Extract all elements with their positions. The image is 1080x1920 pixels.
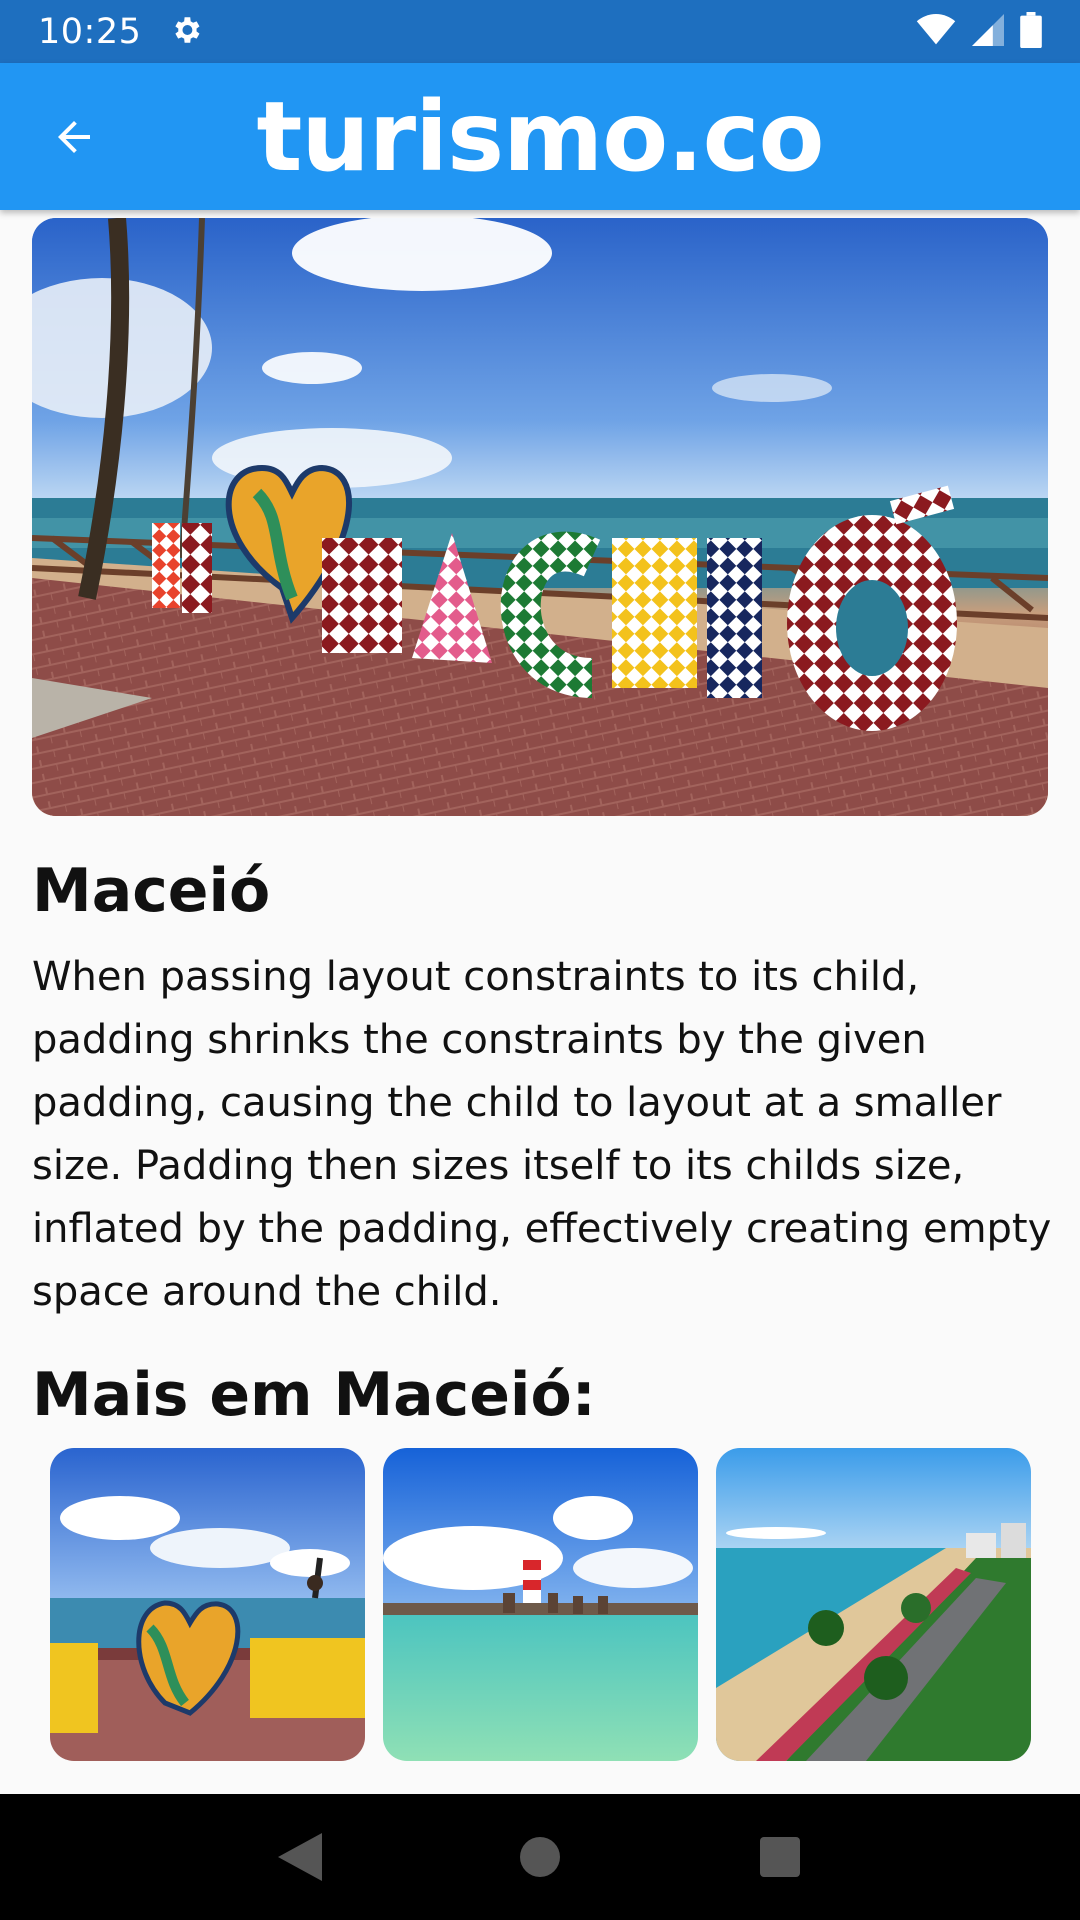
signal-icon	[972, 13, 1004, 50]
nav-recents-button[interactable]	[750, 1827, 810, 1887]
hero-image	[32, 218, 1048, 816]
arrow-back-icon	[58, 120, 90, 153]
thumbnail-beach-avenue[interactable]	[716, 1448, 1031, 1761]
home-circle-icon	[520, 1837, 560, 1877]
thumbnail-sign[interactable]	[50, 1448, 365, 1761]
nav-home-button[interactable]	[510, 1827, 570, 1887]
app-title: turismo.co	[256, 80, 825, 193]
nav-back-button[interactable]	[270, 1827, 330, 1887]
back-button[interactable]	[44, 107, 104, 167]
settings-icon	[169, 13, 203, 51]
status-left: 10:25	[38, 12, 203, 52]
app-bar: turismo.co	[0, 63, 1080, 210]
status-right	[916, 11, 1042, 52]
status-time: 10:25	[38, 11, 142, 52]
place-description: When passing layout constraints to its c…	[32, 954, 1052, 1315]
back-triangle-icon	[278, 1833, 322, 1881]
nav-bar	[0, 1794, 1080, 1920]
place-title: Maceió	[32, 856, 271, 926]
thumbnail-list	[50, 1448, 1032, 1761]
wifi-icon	[916, 13, 956, 50]
recents-square-icon	[760, 1837, 800, 1877]
status-bar: 10:25	[0, 0, 1080, 63]
thumbnail-lighthouse[interactable]	[383, 1448, 698, 1761]
battery-icon	[1020, 11, 1042, 52]
more-section-title: Mais em Maceió:	[32, 1360, 596, 1430]
